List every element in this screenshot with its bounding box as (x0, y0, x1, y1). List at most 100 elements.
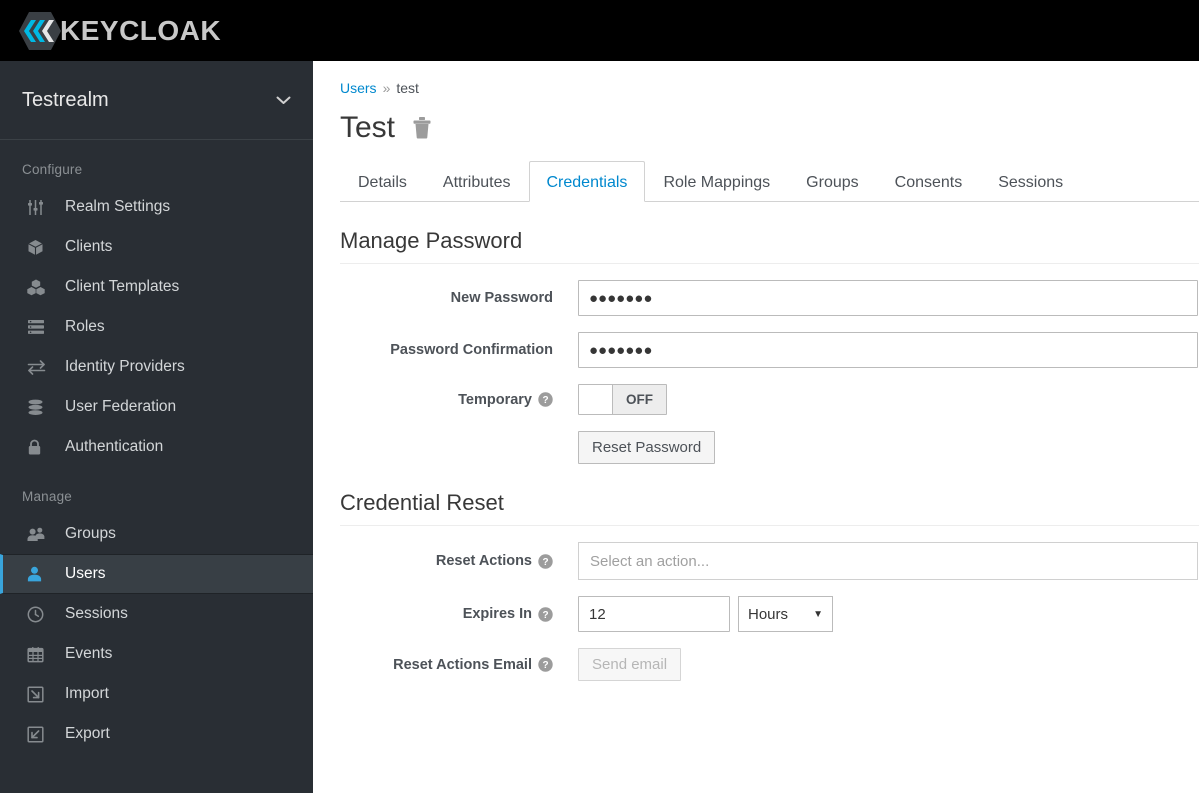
sidebar-item-authentication[interactable]: Authentication (0, 427, 313, 467)
user-icon (27, 566, 55, 582)
page-header: Test (313, 96, 1199, 143)
tab-sessions[interactable]: Sessions (980, 161, 1081, 202)
new-password-row: New Password (313, 280, 1199, 316)
question-circle-icon[interactable]: ? (538, 553, 553, 569)
keycloak-hexagon-logo-icon (18, 10, 62, 52)
sidebar-item-client-templates[interactable]: Client Templates (0, 267, 313, 307)
caret-down-icon: ▼ (813, 608, 823, 620)
sidebar-item-events[interactable]: Events (0, 634, 313, 674)
sidebar-item-label: Events (65, 645, 113, 662)
realm-selector[interactable]: Testrealm (0, 61, 313, 140)
database-icon (27, 399, 55, 416)
breadcrumb-users-link[interactable]: Users (340, 80, 377, 96)
sidebar-item-identity-providers[interactable]: Identity Providers (0, 347, 313, 387)
password-confirmation-label: Password Confirmation (340, 342, 578, 358)
sidebar-item-label: Identity Providers (65, 358, 185, 375)
sidebar-item-label: Roles (65, 318, 105, 335)
lock-icon (27, 439, 55, 456)
sidebar-item-label: Authentication (65, 438, 164, 455)
reset-password-row: Reset Password (313, 431, 1199, 464)
question-circle-icon[interactable]: ? (538, 657, 553, 672)
breadcrumb-separator: » (382, 80, 391, 96)
sidebar-item-label: User Federation (65, 398, 177, 415)
reset-password-button-wrap: Reset Password (578, 431, 1199, 464)
tab-details[interactable]: Details (340, 161, 425, 202)
trash-icon[interactable] (411, 116, 433, 140)
tab-consents[interactable]: Consents (877, 161, 981, 202)
reset-actions-email-label-text: Reset Actions Email (393, 656, 532, 673)
reset-actions-email-label: Reset Actions Email ? (340, 657, 578, 673)
expires-in-input[interactable] (578, 596, 730, 632)
reset-actions-placeholder: Select an action... (590, 552, 710, 570)
reset-actions-row: Reset Actions ? Select an action... (313, 542, 1199, 580)
top-brand-bar: KEYCLOAK (0, 0, 1199, 61)
tab-attributes[interactable]: Attributes (425, 161, 529, 202)
sliders-icon (27, 199, 55, 216)
sidebar-item-users[interactable]: Users (0, 554, 313, 594)
sidebar-item-label: Import (65, 685, 109, 702)
page-title: Test (340, 111, 396, 144)
expires-in-row: Expires In ? Hours ▼ (313, 596, 1199, 632)
expires-in-label: Expires In ? (340, 606, 578, 622)
expires-in-field-wrap: Hours ▼ (578, 596, 1199, 632)
tab-credentials[interactable]: Credentials (528, 161, 646, 202)
server-stack-icon (27, 319, 55, 335)
keycloak-logo[interactable]: KEYCLOAK (18, 9, 221, 53)
expires-in-label-text: Expires In (462, 606, 532, 622)
cubes-icon (27, 279, 55, 296)
question-circle-icon[interactable]: ? (538, 606, 553, 622)
chevron-down-icon (276, 93, 291, 108)
sidebar-item-import[interactable]: Import (0, 674, 313, 714)
send-email-button[interactable]: Send email (578, 648, 682, 681)
sidebar-item-label: Export (65, 725, 110, 742)
tab-groups[interactable]: Groups (788, 161, 876, 202)
expires-in-unit-value: Hours (748, 605, 789, 623)
tab-role-mappings[interactable]: Role Mappings (645, 161, 788, 202)
reset-actions-select[interactable]: Select an action... (578, 542, 1198, 580)
sidebar-item-label: Users (65, 565, 106, 582)
reset-actions-email-row: Reset Actions Email ? Send email (313, 648, 1199, 681)
sidebar-item-sessions[interactable]: Sessions (0, 594, 313, 634)
new-password-label-text: New Password (450, 290, 553, 306)
svg-text:?: ? (542, 660, 548, 671)
sidebar-item-label: Groups (65, 525, 116, 542)
brand-name: KEYCLOAK (60, 14, 222, 46)
toggle-state-label: OFF (626, 392, 653, 407)
sidebar-item-clients[interactable]: Clients (0, 227, 313, 267)
realm-name: Testrealm (22, 88, 109, 111)
password-confirmation-label-text: Password Confirmation (390, 342, 553, 358)
svg-text:?: ? (542, 395, 548, 406)
question-circle-icon[interactable]: ? (538, 392, 553, 407)
sidebar-item-export[interactable]: Export (0, 714, 313, 754)
temporary-toggle[interactable]: OFF (578, 384, 667, 415)
sidebar-item-label: Clients (65, 238, 113, 255)
temporary-label: Temporary ? (340, 392, 578, 408)
password-confirmation-row: Password Confirmation (313, 332, 1199, 368)
user-tabs: Details Attributes Credentials Role Mapp… (340, 160, 1199, 202)
sidebar-item-groups[interactable]: Groups (0, 514, 313, 554)
clock-icon (27, 606, 55, 623)
main-content: Users » test Test Details Attributes Crede… (313, 61, 1199, 793)
reset-actions-label: Reset Actions ? (340, 553, 578, 569)
temporary-row: Temporary ? OFF (313, 384, 1199, 415)
sidebar-item-label: Realm Settings (65, 198, 171, 215)
sidebar-item-roles[interactable]: Roles (0, 307, 313, 347)
reset-actions-label-text: Reset Actions (435, 553, 532, 569)
toggle-knob (579, 385, 613, 414)
breadcrumb-current: test (396, 80, 419, 96)
password-confirmation-input[interactable] (578, 332, 1198, 368)
new-password-input[interactable] (578, 280, 1198, 316)
reset-password-button[interactable]: Reset Password (578, 431, 716, 464)
sidebar-item-realm-settings[interactable]: Realm Settings (0, 187, 313, 227)
new-password-field-wrap (578, 280, 1199, 316)
breadcrumb: Users » test (313, 61, 1199, 96)
exchange-arrows-icon (27, 359, 55, 375)
new-password-label: New Password (340, 290, 578, 306)
credential-reset-heading: Credential Reset (340, 490, 1199, 526)
sidebar-item-user-federation[interactable]: User Federation (0, 387, 313, 427)
import-arrow-icon (27, 685, 55, 703)
reset-actions-email-button-wrap: Send email (578, 648, 1199, 681)
manage-password-heading: Manage Password (340, 228, 1199, 264)
cube-icon (27, 239, 55, 256)
expires-in-unit-select[interactable]: Hours ▼ (738, 596, 833, 632)
